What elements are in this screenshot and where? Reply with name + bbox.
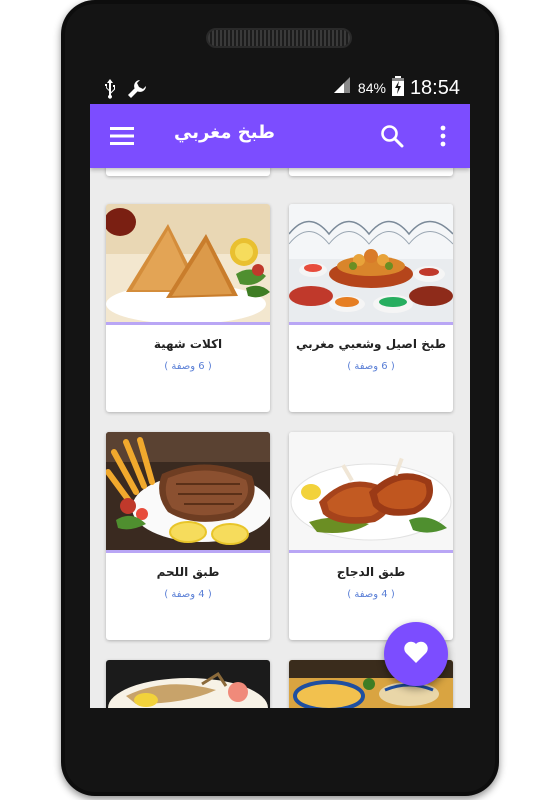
- category-card[interactable]: طبخ اصيل وشعبي مغربي ( 6 وصفة ): [289, 204, 453, 412]
- roast-chicken-photo: [289, 432, 453, 550]
- search-icon[interactable]: [380, 124, 404, 148]
- battery-percent: 84%: [357, 80, 386, 96]
- favorites-fab[interactable]: [384, 622, 448, 686]
- card-divider: [289, 550, 453, 553]
- usb-icon: [104, 79, 116, 103]
- speaker-grille: [206, 28, 352, 48]
- recipe-count: ( 4 وصفة ): [347, 589, 395, 600]
- app-title: طبخ مغربي: [174, 122, 276, 143]
- card-divider: [106, 550, 270, 553]
- recipe-count: ( 4 وصفة ): [164, 589, 212, 600]
- hamburger-menu-icon[interactable]: [110, 126, 134, 146]
- category-title: طبخ اصيل وشعبي مغربي: [295, 337, 447, 351]
- clock: 18:54: [409, 76, 460, 99]
- recipe-count: ( 6 وصفة ): [164, 361, 212, 372]
- category-title: اكلات شهية: [153, 337, 223, 351]
- heart-icon: [403, 640, 429, 668]
- page: 84% 18:54 طبخ مغربي طبخ اصيل وشعبي مغربي…: [0, 0, 558, 800]
- samosa-photo: [106, 204, 270, 322]
- status-bar: 84% 18:54: [90, 72, 470, 104]
- battery-charging-icon: [391, 76, 404, 100]
- moroccan-feast-photo: [289, 204, 453, 322]
- wrench-icon: [126, 78, 148, 104]
- category-card-partial[interactable]: [106, 660, 270, 708]
- app-screen: طبخ مغربي طبخ اصيل وشعبي مغربي (6 وصفة …: [90, 104, 470, 708]
- recipe-count: ( 6 وصفة ): [347, 361, 395, 372]
- fish-dish-photo: [106, 660, 270, 708]
- phone-chin: [90, 708, 470, 778]
- category-card[interactable]: طبق اللحم ( 4 وصفة ): [106, 432, 270, 640]
- more-vert-icon[interactable]: [434, 124, 452, 148]
- card-divider: [289, 322, 453, 325]
- app-toolbar: طبخ مغربي: [90, 104, 470, 168]
- category-title: طبق اللحم: [156, 565, 220, 579]
- card-divider: [106, 322, 270, 325]
- category-card[interactable]: اكلات شهية ( 6 وصفة ): [106, 204, 270, 412]
- category-title: طبق الدجاج: [336, 565, 406, 579]
- signal-icon: [332, 77, 352, 99]
- category-card[interactable]: طبق الدجاج ( 4 وصفة ): [289, 432, 453, 640]
- steak-photo: [106, 432, 270, 550]
